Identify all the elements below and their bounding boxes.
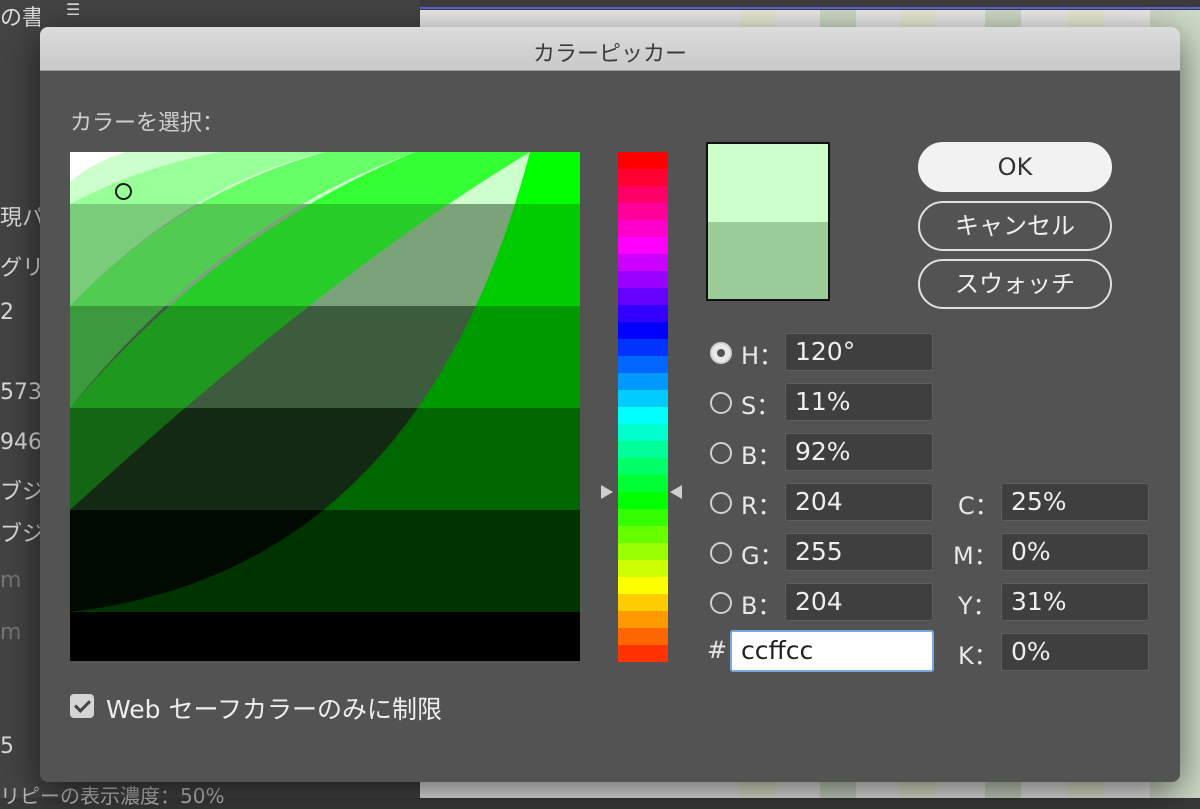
red-input[interactable]: 204 [785, 483, 933, 521]
new-color-swatch [708, 144, 828, 222]
panel-text-fragment: 現パク [0, 206, 40, 231]
blue-input[interactable]: 204 [785, 583, 933, 621]
web-safe-checkbox[interactable] [70, 694, 94, 718]
black-input[interactable]: 0% [1001, 633, 1149, 671]
brightness-input[interactable]: 92% [785, 433, 933, 471]
radio-saturation[interactable] [710, 392, 732, 414]
hue-label: H： [741, 342, 784, 370]
panel-text-fragment: m [0, 568, 22, 593]
color-field-graphic [70, 152, 580, 661]
dialog-title: カラーピッカー [532, 42, 687, 67]
panel-bottom-text: リピーの表示濃度：50% [0, 784, 225, 808]
hue-slider-left-arrow[interactable] [601, 485, 613, 499]
panel-text-fragment: m [0, 620, 22, 645]
web-safe-label[interactable]: Web セーフカラーのみに制限 [106, 690, 442, 726]
color-field-cursor[interactable] [115, 183, 132, 200]
color-picker-dialog: カラーピッカー カラーを選択： OK キャンセル スウォッチ H： 120° S… [40, 27, 1180, 782]
swatches-button[interactable]: スウォッチ [918, 259, 1112, 309]
ok-button[interactable]: OK [918, 142, 1112, 192]
yellow-label: Y： [958, 592, 997, 620]
magenta-label: M： [953, 542, 998, 570]
panel-text-fragment: 5 [0, 734, 14, 759]
panel-text-fragment: 573 [0, 380, 40, 405]
hue-slider[interactable] [618, 152, 668, 662]
panel-text-fragment: グリ [0, 256, 40, 281]
magenta-input[interactable]: 0% [1001, 533, 1149, 571]
color-field[interactable] [70, 152, 580, 661]
original-color-swatch[interactable] [708, 222, 828, 299]
radio-brightness[interactable] [710, 442, 732, 464]
saturation-input[interactable]: 11% [785, 383, 933, 421]
radio-hue[interactable] [710, 342, 732, 364]
panel-text-fragment: 2 [0, 300, 14, 325]
select-color-label: カラーを選択： [70, 111, 225, 136]
radio-blue[interactable] [710, 592, 732, 614]
brightness-label: B： [741, 442, 782, 470]
hue-input[interactable]: 120° [785, 333, 933, 371]
cancel-button[interactable]: キャンセル [918, 201, 1112, 251]
saturation-label: S： [741, 392, 781, 420]
panel-menu-icon[interactable]: ☰ [66, 0, 86, 19]
panel-text-fragment: 946 [0, 430, 40, 455]
yellow-input[interactable]: 31% [1001, 583, 1149, 621]
black-label: K： [958, 642, 998, 670]
cyan-label: C： [958, 492, 999, 520]
color-preview [706, 142, 830, 301]
cyan-input[interactable]: 25% [1001, 483, 1149, 521]
hex-label: # [707, 636, 728, 664]
hue-slider-right-arrow[interactable] [670, 485, 682, 499]
hex-input[interactable]: ccffcc [730, 630, 934, 672]
panel-text-fragment: ブジ [0, 522, 40, 547]
radio-red[interactable] [710, 492, 732, 514]
red-label: R： [741, 492, 782, 520]
green-input[interactable]: 255 [785, 533, 933, 571]
blue-label: B： [741, 592, 782, 620]
radio-green[interactable] [710, 542, 732, 564]
green-label: G： [741, 542, 784, 570]
panel-text-fragment: ブジ [0, 480, 40, 505]
dialog-titlebar[interactable]: カラーピッカー [40, 27, 1180, 71]
panel-text-fragment: の書 [0, 6, 40, 31]
